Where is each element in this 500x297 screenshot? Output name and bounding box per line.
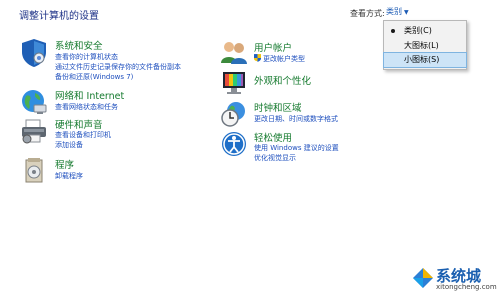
globe-network-icon[interactable] xyxy=(20,88,48,120)
link-backup-restore[interactable]: 备份和还原(Windows 7) xyxy=(55,72,133,82)
chevron-down-icon: ▼ xyxy=(404,9,409,16)
clock-globe-icon[interactable] xyxy=(220,100,248,132)
printer-icon[interactable] xyxy=(20,117,48,149)
link-change-date-time[interactable]: 更改日期、时间或数字格式 xyxy=(254,114,338,124)
category-network-internet[interactable]: 网络和 Internet xyxy=(55,88,124,102)
page-title: 调整计算机的设置 xyxy=(19,11,99,22)
programs-icon[interactable] xyxy=(20,156,48,188)
view-by-label: 查看方式: xyxy=(350,9,385,18)
uac-shield-icon xyxy=(254,54,261,62)
category-user-accounts[interactable]: 用户帐户 xyxy=(254,40,292,54)
category-programs[interactable]: 程序 xyxy=(55,157,74,171)
link-devices-printers[interactable]: 查看设备和打印机 xyxy=(55,130,111,140)
shield-icon[interactable] xyxy=(20,38,48,72)
watermark-logo-icon xyxy=(413,268,433,288)
view-by-dropdown[interactable]: 类别 ▼ xyxy=(386,6,416,19)
category-ease-of-access[interactable]: 轻松使用 xyxy=(254,130,292,144)
link-optimize-display[interactable]: 优化视觉显示 xyxy=(254,153,296,163)
view-by-value: 类别 xyxy=(386,7,402,16)
ease-of-access-icon[interactable] xyxy=(220,130,248,162)
link-file-history[interactable]: 通过文件历史记录保存你的文件备份副本 xyxy=(55,62,181,72)
menu-item-category[interactable]: 类别(C) xyxy=(384,24,466,38)
link-recommended-settings[interactable]: 使用 Windows 建议的设置 xyxy=(254,143,339,153)
link-change-account-type[interactable]: 更改帐户类型 xyxy=(254,54,305,64)
category-system-security[interactable]: 系统和安全 xyxy=(55,38,103,52)
category-clock-region[interactable]: 时钟和区域 xyxy=(254,100,302,114)
link-view-computer-status[interactable]: 查看你的计算机状态 xyxy=(55,52,118,62)
category-appearance[interactable]: 外观和个性化 xyxy=(254,73,311,87)
link-add-device[interactable]: 添加设备 xyxy=(55,140,83,150)
selected-bullet-icon xyxy=(391,29,395,33)
appearance-monitor-icon[interactable] xyxy=(220,70,248,100)
menu-item-small-icons[interactable]: 小图标(S) xyxy=(383,52,467,68)
watermark-url: xitongcheng.com xyxy=(436,283,497,291)
link-network-status[interactable]: 查看网络状态和任务 xyxy=(55,102,118,112)
user-accounts-icon[interactable] xyxy=(220,40,248,70)
category-hardware-sound[interactable]: 硬件和声音 xyxy=(55,117,103,131)
link-uninstall-program[interactable]: 卸载程序 xyxy=(55,171,83,181)
menu-item-large-icons[interactable]: 大图标(L) xyxy=(384,39,466,53)
view-by-menu: 类别(C) 大图标(L) 小图标(S) xyxy=(383,20,467,70)
watermark: 系统城 xitongcheng.com xyxy=(412,264,500,296)
